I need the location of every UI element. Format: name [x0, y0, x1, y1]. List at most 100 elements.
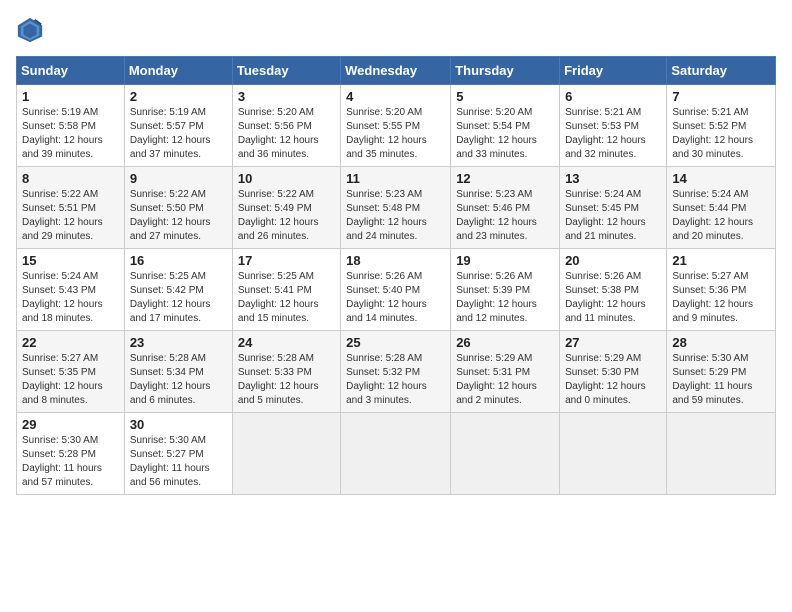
day-number: 2: [130, 89, 227, 104]
calendar-cell: 1 Sunrise: 5:19 AMSunset: 5:58 PMDaylight…: [17, 85, 125, 167]
day-info: Sunrise: 5:28 AMSunset: 5:34 PMDaylight:…: [130, 352, 227, 408]
col-header-wednesday: Wednesday: [341, 57, 451, 85]
logo: [16, 16, 48, 44]
day-info: Sunrise: 5:21 AMSunset: 5:52 PMDaylight:…: [672, 106, 770, 162]
calendar-cell: 9 Sunrise: 5:22 AMSunset: 5:50 PMDaylight…: [124, 167, 232, 249]
day-info: Sunrise: 5:30 AMSunset: 5:28 PMDaylight:…: [22, 434, 119, 490]
calendar-cell: 28Sunrise: 5:30 AMSunset: 5:29 PMDayligh…: [667, 331, 776, 413]
calendar-cell: 4 Sunrise: 5:20 AMSunset: 5:55 PMDaylight…: [341, 85, 451, 167]
day-number: 19: [456, 253, 554, 268]
day-number: 30: [130, 417, 227, 432]
day-number: 17: [238, 253, 335, 268]
day-info: Sunrise: 5:20 AMSunset: 5:56 PMDaylight:…: [238, 106, 335, 162]
calendar-cell: [341, 413, 451, 495]
day-number: 8: [22, 171, 119, 186]
day-info: Sunrise: 5:22 AMSunset: 5:50 PMDaylight:…: [130, 188, 227, 244]
calendar-cell: 17 Sunrise: 5:25 AMSunset: 5:41 PMDayligh…: [232, 249, 340, 331]
calendar-cell: 10Sunrise: 5:22 AMSunset: 5:49 PMDayligh…: [232, 167, 340, 249]
col-header-friday: Friday: [560, 57, 667, 85]
day-number: 15: [22, 253, 119, 268]
calendar-cell: 30Sunrise: 5:30 AMSunset: 5:27 PMDayligh…: [124, 413, 232, 495]
day-number: 27: [565, 335, 661, 350]
week-row-5: 29 Sunrise: 5:30 AMSunset: 5:28 PMDayligh…: [17, 413, 776, 495]
day-info: Sunrise: 5:22 AMSunset: 5:51 PMDaylight:…: [22, 188, 119, 244]
week-row-1: 1 Sunrise: 5:19 AMSunset: 5:58 PMDaylight…: [17, 85, 776, 167]
calendar-cell: [560, 413, 667, 495]
calendar-cell: 26 Sunrise: 5:29 AMSunset: 5:31 PMDayligh…: [451, 331, 560, 413]
day-number: 18: [346, 253, 445, 268]
day-number: 7: [672, 89, 770, 104]
col-header-monday: Monday: [124, 57, 232, 85]
day-number: 26: [456, 335, 554, 350]
day-info: Sunrise: 5:28 AMSunset: 5:33 PMDaylight:…: [238, 352, 335, 408]
day-info: Sunrise: 5:25 AMSunset: 5:41 PMDaylight:…: [238, 270, 335, 326]
day-number: 14: [672, 171, 770, 186]
day-number: 13: [565, 171, 661, 186]
day-info: Sunrise: 5:29 AMSunset: 5:31 PMDaylight:…: [456, 352, 554, 408]
day-info: Sunrise: 5:24 AMSunset: 5:43 PMDaylight:…: [22, 270, 119, 326]
day-info: Sunrise: 5:21 AMSunset: 5:53 PMDaylight:…: [565, 106, 661, 162]
day-info: Sunrise: 5:29 AMSunset: 5:30 PMDaylight:…: [565, 352, 661, 408]
calendar-cell: 20Sunrise: 5:26 AMSunset: 5:38 PMDayligh…: [560, 249, 667, 331]
week-row-2: 8 Sunrise: 5:22 AMSunset: 5:51 PMDaylight…: [17, 167, 776, 249]
day-number: 11: [346, 171, 445, 186]
week-row-3: 15 Sunrise: 5:24 AMSunset: 5:43 PMDayligh…: [17, 249, 776, 331]
day-info: Sunrise: 5:19 AMSunset: 5:57 PMDaylight:…: [130, 106, 227, 162]
day-number: 25: [346, 335, 445, 350]
calendar-cell: 5Sunrise: 5:20 AMSunset: 5:54 PMDaylight…: [451, 85, 560, 167]
calendar-cell: 29 Sunrise: 5:30 AMSunset: 5:28 PMDayligh…: [17, 413, 125, 495]
col-header-sunday: Sunday: [17, 57, 125, 85]
calendar-cell: 8 Sunrise: 5:22 AMSunset: 5:51 PMDaylight…: [17, 167, 125, 249]
calendar-cell: 7 Sunrise: 5:21 AMSunset: 5:52 PMDaylight…: [667, 85, 776, 167]
week-row-4: 22 Sunrise: 5:27 AMSunset: 5:35 PMDayligh…: [17, 331, 776, 413]
day-number: 16: [130, 253, 227, 268]
page-header: [16, 16, 776, 44]
calendar-cell: 2 Sunrise: 5:19 AMSunset: 5:57 PMDaylight…: [124, 85, 232, 167]
day-info: Sunrise: 5:28 AMSunset: 5:32 PMDaylight:…: [346, 352, 445, 408]
day-info: Sunrise: 5:22 AMSunset: 5:49 PMDaylight:…: [238, 188, 335, 244]
calendar-cell: 25 Sunrise: 5:28 AMSunset: 5:32 PMDayligh…: [341, 331, 451, 413]
day-number: 1: [22, 89, 119, 104]
day-number: 24: [238, 335, 335, 350]
day-info: Sunrise: 5:19 AMSunset: 5:58 PMDaylight:…: [22, 106, 119, 162]
day-number: 29: [22, 417, 119, 432]
calendar-cell: [451, 413, 560, 495]
calendar-cell: 22 Sunrise: 5:27 AMSunset: 5:35 PMDayligh…: [17, 331, 125, 413]
day-number: 6: [565, 89, 661, 104]
calendar-cell: 3 Sunrise: 5:20 AMSunset: 5:56 PMDaylight…: [232, 85, 340, 167]
logo-icon: [16, 16, 44, 44]
day-number: 12: [456, 171, 554, 186]
day-info: Sunrise: 5:30 AMSunset: 5:29 PMDaylight:…: [672, 352, 770, 408]
day-info: Sunrise: 5:25 AMSunset: 5:42 PMDaylight:…: [130, 270, 227, 326]
day-number: 20: [565, 253, 661, 268]
day-number: 9: [130, 171, 227, 186]
day-info: Sunrise: 5:24 AMSunset: 5:45 PMDaylight:…: [565, 188, 661, 244]
day-info: Sunrise: 5:23 AMSunset: 5:46 PMDaylight:…: [456, 188, 554, 244]
calendar-cell: 15 Sunrise: 5:24 AMSunset: 5:43 PMDayligh…: [17, 249, 125, 331]
day-number: 22: [22, 335, 119, 350]
day-info: Sunrise: 5:23 AMSunset: 5:48 PMDaylight:…: [346, 188, 445, 244]
calendar-cell: 27 Sunrise: 5:29 AMSunset: 5:30 PMDayligh…: [560, 331, 667, 413]
day-info: Sunrise: 5:26 AMSunset: 5:39 PMDaylight:…: [456, 270, 554, 326]
day-number: 21: [672, 253, 770, 268]
calendar-cell: 24 Sunrise: 5:28 AMSunset: 5:33 PMDayligh…: [232, 331, 340, 413]
day-number: 4: [346, 89, 445, 104]
day-info: Sunrise: 5:24 AMSunset: 5:44 PMDaylight:…: [672, 188, 770, 244]
day-info: Sunrise: 5:20 AMSunset: 5:55 PMDaylight:…: [346, 106, 445, 162]
calendar-cell: 13 Sunrise: 5:24 AMSunset: 5:45 PMDayligh…: [560, 167, 667, 249]
calendar-table: SundayMondayTuesdayWednesdayThursdayFrid…: [16, 56, 776, 495]
day-info: Sunrise: 5:27 AMSunset: 5:35 PMDaylight:…: [22, 352, 119, 408]
calendar-cell: 23 Sunrise: 5:28 AMSunset: 5:34 PMDayligh…: [124, 331, 232, 413]
calendar-cell: 11 Sunrise: 5:23 AMSunset: 5:48 PMDayligh…: [341, 167, 451, 249]
calendar-cell: 12 Sunrise: 5:23 AMSunset: 5:46 PMDayligh…: [451, 167, 560, 249]
day-info: Sunrise: 5:20 AMSunset: 5:54 PMDaylight:…: [456, 106, 554, 162]
calendar-cell: 14 Sunrise: 5:24 AMSunset: 5:44 PMDayligh…: [667, 167, 776, 249]
col-header-saturday: Saturday: [667, 57, 776, 85]
calendar-cell: [232, 413, 340, 495]
day-number: 23: [130, 335, 227, 350]
day-number: 3: [238, 89, 335, 104]
calendar-cell: 16 Sunrise: 5:25 AMSunset: 5:42 PMDayligh…: [124, 249, 232, 331]
calendar-cell: [667, 413, 776, 495]
calendar-cell: 6 Sunrise: 5:21 AMSunset: 5:53 PMDaylight…: [560, 85, 667, 167]
calendar-cell: 19 Sunrise: 5:26 AMSunset: 5:39 PMDayligh…: [451, 249, 560, 331]
